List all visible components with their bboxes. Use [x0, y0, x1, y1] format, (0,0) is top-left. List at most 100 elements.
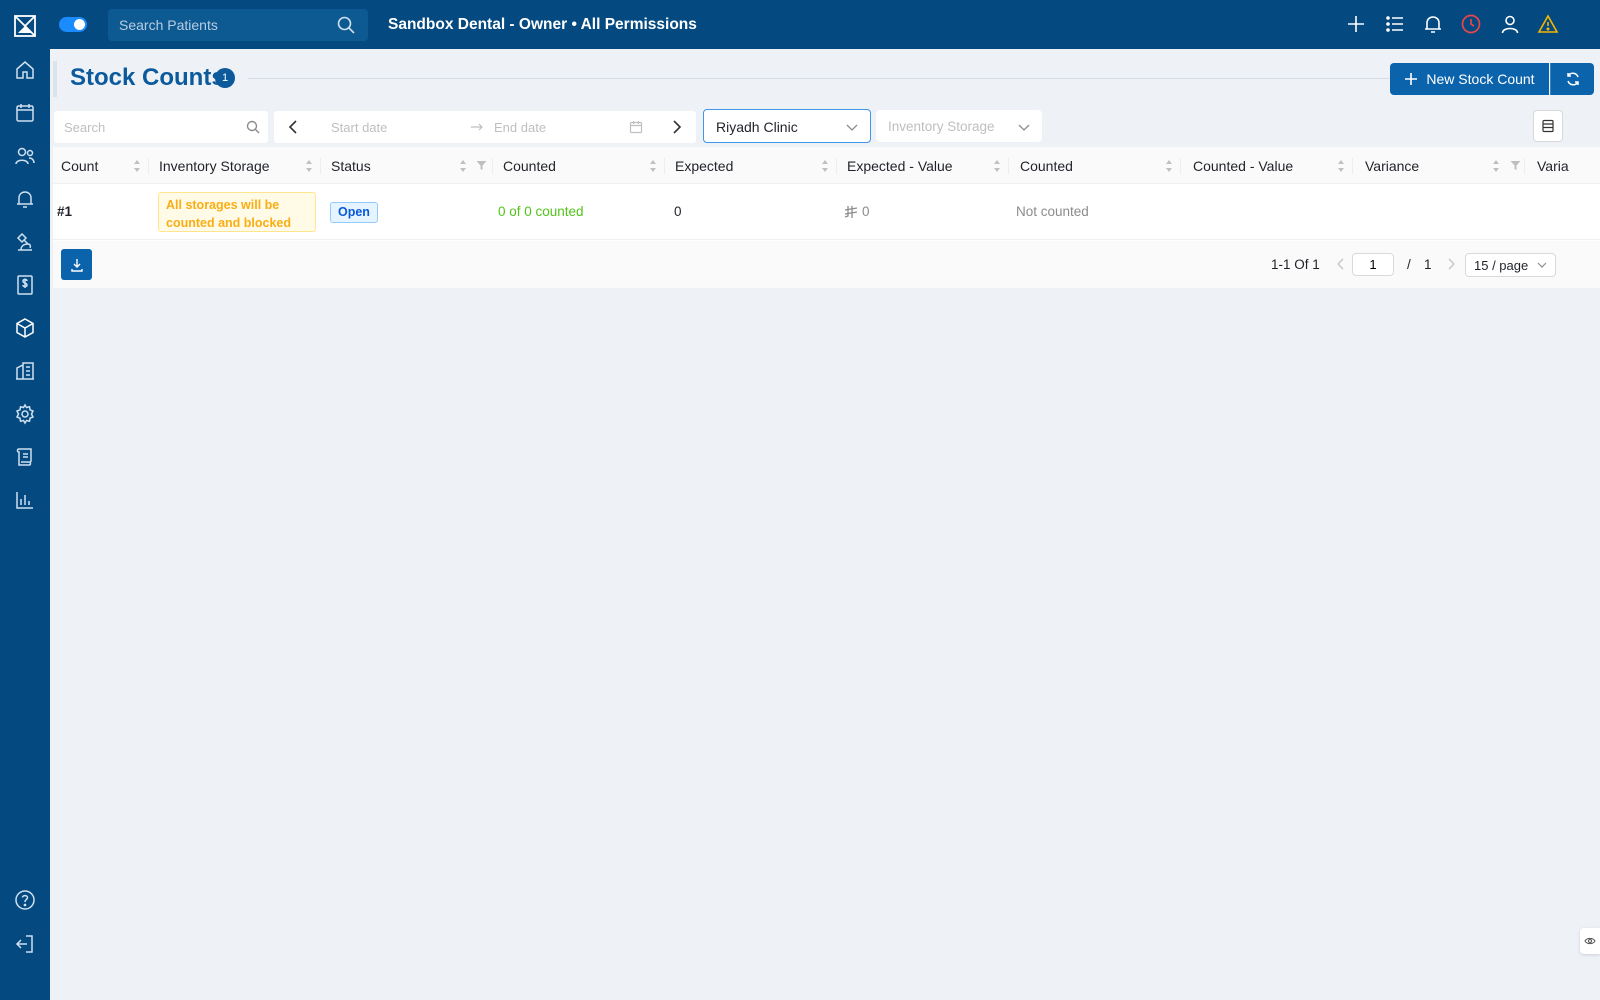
column-header-expected-value[interactable]: Expected - Value — [837, 147, 1009, 184]
status-badge: Open — [330, 202, 378, 223]
calendar-icon[interactable] — [629, 120, 643, 134]
table-search — [54, 111, 268, 143]
end-date-input[interactable] — [494, 111, 624, 143]
column-header-count[interactable]: Count — [53, 147, 149, 184]
sidebar-calendar-icon[interactable] — [13, 101, 37, 125]
filter-icon[interactable] — [476, 160, 487, 171]
header-divider — [248, 78, 1428, 79]
column-header-variance-2[interactable]: Varia — [1525, 147, 1600, 184]
column-header-counted-value[interactable]: Counted - Value — [1181, 147, 1353, 184]
sidebar-building-icon[interactable] — [13, 359, 37, 383]
page-size-select[interactable]: 15 / page — [1465, 253, 1556, 277]
inventory-storage-select[interactable]: Inventory Storage — [876, 110, 1042, 142]
column-header-inventory-storage[interactable]: Inventory Storage — [149, 147, 321, 184]
new-stock-count-button[interactable]: New Stock Count — [1390, 63, 1549, 95]
clinic-select[interactable]: Riyadh Clinic — [703, 109, 871, 143]
sort-icon — [994, 160, 1000, 172]
sidebar-bell-icon[interactable] — [13, 187, 37, 211]
sort-icon — [306, 160, 312, 172]
column-header-status[interactable]: Status — [321, 147, 493, 184]
chevron-down-icon — [1537, 260, 1547, 270]
sort-icon — [460, 160, 466, 172]
page-header: Stock Counts 1 New Stock Count — [50, 49, 1600, 109]
cell-counted-2: Not counted — [1016, 204, 1089, 219]
search-icon[interactable] — [246, 120, 260, 134]
expected-value-amount: 0 — [862, 204, 870, 219]
stock-counts-table: Count Inventory Storage Status Counted E… — [53, 147, 1600, 288]
riyal-currency-icon — [844, 205, 858, 218]
table-search-input[interactable] — [54, 111, 234, 143]
sort-icon — [650, 160, 656, 172]
sidebar — [0, 0, 50, 1000]
eye-toggle-button[interactable] — [1580, 928, 1600, 954]
sidebar-microscope-icon[interactable] — [13, 230, 37, 254]
sidebar-box-icon[interactable] — [13, 316, 37, 340]
sidebar-help-icon[interactable] — [13, 888, 37, 912]
column-header-counted[interactable]: Counted — [493, 147, 665, 184]
next-date-chevron-icon[interactable] — [668, 119, 684, 135]
warning-icon[interactable] — [1537, 13, 1559, 35]
header-accent — [53, 61, 57, 97]
download-button[interactable] — [61, 249, 92, 280]
patient-search — [108, 9, 368, 41]
inventory-storage-placeholder: Inventory Storage — [888, 119, 995, 134]
chevron-down-icon — [1018, 121, 1030, 133]
table-row[interactable]: #1 All storages will be counted and bloc… — [53, 184, 1600, 240]
sidebar-gear-icon[interactable] — [13, 402, 37, 426]
sort-icon — [1338, 160, 1344, 172]
table-header: Count Inventory Storage Status Counted E… — [53, 147, 1600, 184]
column-header-variance[interactable]: Variance — [1353, 147, 1525, 184]
sidebar-chart-icon[interactable] — [13, 488, 37, 512]
topbar: Sandbox Dental - Owner • All Permissions — [50, 0, 1600, 49]
page-title: Stock Counts — [70, 64, 225, 91]
sidebar-logout-icon[interactable] — [13, 932, 37, 956]
sort-icon — [822, 160, 828, 172]
plus-icon — [1405, 73, 1418, 85]
download-icon — [70, 258, 83, 272]
pagination-page-input[interactable] — [1352, 253, 1394, 276]
pagination-slash: / — [1407, 257, 1411, 272]
sort-icon — [134, 160, 140, 172]
start-date-input[interactable] — [331, 111, 461, 143]
columns-icon — [1542, 119, 1554, 133]
sidebar-users-icon[interactable] — [13, 144, 37, 168]
sidebar-ledger-icon[interactable] — [13, 445, 37, 469]
count-badge: 1 — [215, 68, 235, 88]
sort-icon — [1493, 160, 1499, 172]
search-icon[interactable] — [336, 15, 356, 35]
arrow-right-icon — [470, 121, 484, 133]
refresh-icon — [1566, 72, 1579, 86]
column-settings-button[interactable] — [1533, 110, 1563, 142]
clinic-title: Sandbox Dental - Owner • All Permissions — [388, 16, 697, 33]
sidebar-invoice-icon[interactable] — [13, 273, 37, 297]
mode-toggle[interactable] — [59, 17, 87, 32]
table-footer: 1-1 Of 1 / 1 15 / page — [53, 241, 1600, 288]
sort-icon — [1166, 160, 1172, 172]
cell-expected-value: 0 — [844, 204, 870, 219]
plus-icon[interactable] — [1345, 13, 1367, 35]
clinic-select-value: Riyadh Clinic — [716, 119, 798, 135]
column-header-expected[interactable]: Expected — [665, 147, 837, 184]
clock-icon[interactable] — [1460, 13, 1482, 35]
filter-icon[interactable] — [1510, 160, 1521, 171]
pagination-next-chevron-icon[interactable] — [1445, 258, 1457, 270]
column-header-counted-2[interactable]: Counted — [1009, 147, 1181, 184]
date-range-picker — [274, 111, 696, 143]
pagination-prev-chevron-icon[interactable] — [1335, 258, 1347, 270]
pagination-total-pages: 1 — [1424, 257, 1432, 272]
prev-date-chevron-icon[interactable] — [286, 119, 302, 135]
app-logo-icon[interactable] — [14, 15, 36, 37]
inventory-storage-tag: All storages will be counted and blocked — [158, 192, 316, 232]
chevron-down-icon — [846, 121, 858, 133]
sidebar-home-icon[interactable] — [13, 58, 37, 82]
refresh-button[interactable] — [1550, 63, 1594, 95]
cell-count: #1 — [57, 204, 73, 219]
list-icon[interactable] — [1384, 13, 1406, 35]
pagination-range: 1-1 Of 1 — [1271, 257, 1320, 272]
bell-icon[interactable] — [1422, 13, 1444, 35]
filter-bar: Riyadh Clinic Inventory Storage — [50, 109, 1600, 145]
patient-search-input[interactable] — [108, 9, 328, 41]
new-stock-count-label: New Stock Count — [1426, 71, 1535, 87]
user-icon[interactable] — [1499, 13, 1521, 35]
cell-expected: 0 — [674, 204, 682, 219]
